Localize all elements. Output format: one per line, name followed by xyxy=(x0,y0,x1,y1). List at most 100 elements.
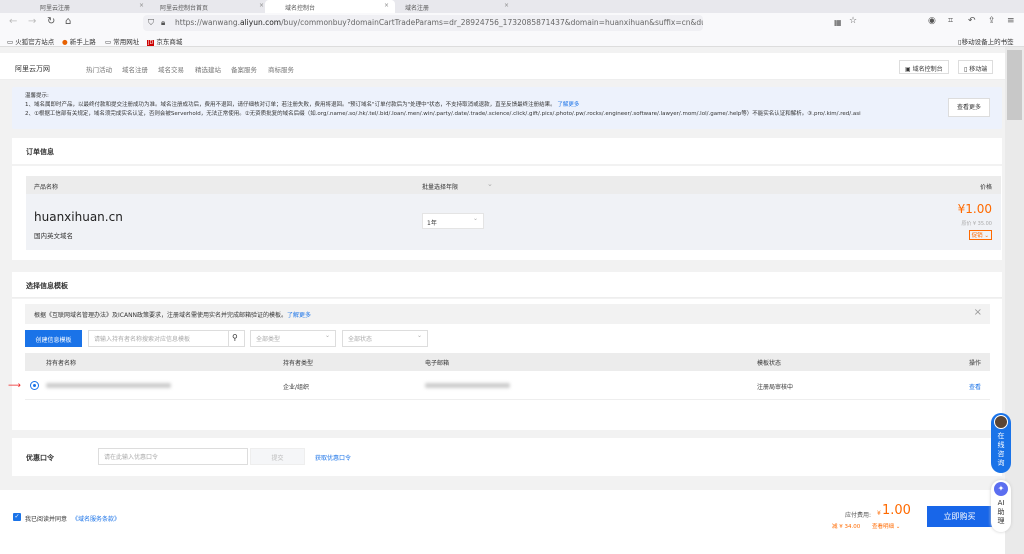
chevron-down-icon: ⌄ xyxy=(472,215,478,222)
browser-tab-strip: 阿里云注册 × 阿里云控制台首页 × 域名控制台 × 域名注册 × xyxy=(0,0,1024,13)
online-consult-button[interactable]: 在线咨询 xyxy=(991,413,1011,473)
chevron-down-icon: ⌄ xyxy=(416,332,422,339)
browser-tab-active[interactable]: 域名控制台 × xyxy=(265,0,395,13)
qr-code-icon[interactable]: ▦ xyxy=(834,18,842,27)
undo-icon[interactable]: ↶ xyxy=(968,16,976,26)
bookmark-folder[interactable]: ▭ 火狐官方站点 xyxy=(7,36,54,46)
bookmark[interactable]: ● 新手上路 xyxy=(62,36,96,46)
notice-line: 2、①根据工信部有关规定，域名须完成实名认证，否则会被Serverhold，无法… xyxy=(25,111,861,117)
holder-search-input[interactable]: 请输入持有者名称搜索对应信息模板 xyxy=(88,330,229,347)
share-icon[interactable]: ⇪ xyxy=(988,16,996,26)
menu-icon[interactable]: ≡ xyxy=(1007,16,1015,26)
placeholder: 请输入持有者名称搜索对应信息模板 xyxy=(94,336,191,343)
address-bar[interactable]: https://wanwang.aliyun.com/buy/commonbuy… xyxy=(143,15,703,31)
promo-dropdown[interactable]: 促销 ⌄ xyxy=(968,230,992,240)
chevron-down-icon[interactable]: ⌄ xyxy=(487,180,493,188)
scrollbar-thumb[interactable] xyxy=(1007,50,1022,120)
domain-name: huanxihuan.cn xyxy=(34,210,123,224)
shield-icon[interactable]: ⛉ xyxy=(148,18,154,28)
learn-more-link[interactable]: 了解更多 xyxy=(557,102,579,108)
payable-label: 应付费用: xyxy=(845,512,872,519)
create-template-button[interactable]: 创建信息模板 xyxy=(25,330,82,347)
account-icon[interactable]: ◉ xyxy=(928,16,936,26)
column-header: 模板状态 xyxy=(757,360,782,367)
column-header: 持有者名称 xyxy=(46,360,77,367)
status-filter-select[interactable]: 全部状态 ⌄ xyxy=(342,330,428,347)
bookmark-folder[interactable]: ▭ 常用网址 xyxy=(105,36,139,46)
close-icon[interactable]: × xyxy=(974,307,982,318)
coupon-label: 优惠口令 xyxy=(26,454,54,462)
bookmark[interactable]: JD 京东商城 xyxy=(147,36,182,46)
search-icon[interactable]: ⚲ xyxy=(228,330,245,347)
site-logo[interactable]: 阿里云万网 xyxy=(15,64,50,74)
placeholder: 请在此输入优惠口令 xyxy=(104,454,159,461)
column-header[interactable]: 批量选择年限 xyxy=(422,182,458,191)
nav-item[interactable]: 热门活动 xyxy=(86,64,112,74)
row-radio[interactable] xyxy=(30,381,39,390)
home-icon[interactable]: ⌂ xyxy=(65,16,71,27)
type-filter-select[interactable]: 全部类型 ⌄ xyxy=(250,330,336,347)
template-section: 根据《互联网域名管理办法》及ICANN政策要求，注册域名需使用实名并完成邮箱验证… xyxy=(12,299,1002,430)
button-label: 域名控制台 xyxy=(912,66,943,73)
mobile-button[interactable]: ▯ 移动端 xyxy=(958,60,994,74)
ai-assistant-button[interactable]: ✦ AI助理 xyxy=(991,480,1011,532)
reload-icon[interactable]: ↻ xyxy=(47,16,55,27)
discount-amount: 减 ¥ 34.00 xyxy=(832,524,861,530)
bookmark-label: 新手上路 xyxy=(69,38,96,46)
red-arrow-annotation: ⟶ xyxy=(8,381,21,391)
nav-item[interactable]: 备案服务 xyxy=(231,64,257,74)
column-header: 价格 xyxy=(979,184,992,191)
close-tab-icon[interactable]: × xyxy=(259,2,264,9)
forward-icon[interactable]: → xyxy=(28,16,36,27)
view-more-button[interactable]: 查看更多 xyxy=(947,98,990,117)
browser-tab[interactable]: 域名注册 × xyxy=(385,0,515,13)
years-select[interactable]: 1年 ⌄ xyxy=(422,213,484,229)
buy-now-button[interactable]: 立即购买 xyxy=(927,506,992,527)
scrollbar[interactable] xyxy=(1005,47,1024,554)
details-label: 查看明细 xyxy=(872,524,895,530)
template-section-header: 选择信息模板 xyxy=(12,272,1002,298)
nav-item[interactable]: 商标服务 xyxy=(268,64,294,74)
domain-console-button[interactable]: ▣ 域名控制台 xyxy=(899,60,949,74)
star-icon[interactable]: ☆ xyxy=(849,16,857,26)
notice-banner: 温馨提示: 1、域名属即时产品，以最终付款和提交注册成功为准。域名注册成功后，费… xyxy=(12,87,1002,129)
crop-icon[interactable]: ⌗ xyxy=(948,16,953,26)
firefox-icon: ● xyxy=(62,38,68,46)
bookmark-label: 移动设备上的书签 xyxy=(961,38,1014,46)
close-tab-icon[interactable]: × xyxy=(504,2,509,9)
back-icon[interactable]: ← xyxy=(9,16,17,27)
site-header: 阿里云万网 热门活动 域名注册 域名交易 精选建站 备案服务 商标服务 ▣ 域名… xyxy=(0,53,1005,80)
section-title: 订单信息 xyxy=(26,148,54,156)
tab-title: 域名控制台 xyxy=(285,5,316,12)
select-value: 全部类型 xyxy=(256,336,281,343)
nav-item[interactable]: 精选建站 xyxy=(195,64,221,74)
lock-icon[interactable]: 🔒︎ xyxy=(161,18,165,28)
column-header: 产品名称 xyxy=(34,184,59,191)
browser-tab[interactable]: 阿里云注册 × xyxy=(20,0,150,13)
agree-checkbox[interactable]: ✓ xyxy=(13,513,21,521)
learn-more-link[interactable]: 了解更多 xyxy=(287,312,311,319)
monitor-icon: ▣ xyxy=(905,66,911,73)
bookmark-label: 京东商城 xyxy=(156,38,183,46)
coupon-submit-button[interactable]: 提交 xyxy=(250,448,305,465)
checkout-bar: ✓ 我已阅读并同意 《域名服务条款》 应付费用: ¥ 1.00 减 ¥ 34.0… xyxy=(0,490,1005,554)
column-header: 电子邮箱 xyxy=(425,360,450,367)
mobile-bookmarks[interactable]: ▯移动设备上的书签 xyxy=(958,36,1014,46)
holder-type: 企业/组织 xyxy=(283,384,310,391)
currency: ¥ xyxy=(877,510,881,517)
nav-item[interactable]: 域名注册 xyxy=(122,64,148,74)
browser-tab[interactable]: 阿里云控制台首页 × xyxy=(140,0,270,13)
coupon-section: 优惠口令 请在此输入优惠口令 提交 获取优惠口令 xyxy=(12,438,1002,476)
get-coupon-link[interactable]: 获取优惠口令 xyxy=(315,453,351,462)
table-row[interactable]: 企业/组织 注册局审核中 查看 xyxy=(25,372,990,400)
promo-label: 促销 xyxy=(971,233,983,239)
phone-icon: ▯ xyxy=(964,66,968,73)
notice-title: 温馨提示: xyxy=(25,93,49,99)
nav-item[interactable]: 域名交易 xyxy=(158,64,184,74)
terms-link[interactable]: 《域名服务条款》 xyxy=(72,514,120,523)
notice-line: 1、域名属即时产品，以最终付款和提交注册成功为准。域名注册成功后，费用不退回，请… xyxy=(25,102,556,108)
order-section-header: 订单信息 xyxy=(12,138,1002,164)
view-details-link[interactable]: 查看明细 ⌄ xyxy=(872,522,900,530)
coupon-input[interactable]: 请在此输入优惠口令 xyxy=(98,448,248,465)
view-link[interactable]: 查看 xyxy=(969,382,981,391)
